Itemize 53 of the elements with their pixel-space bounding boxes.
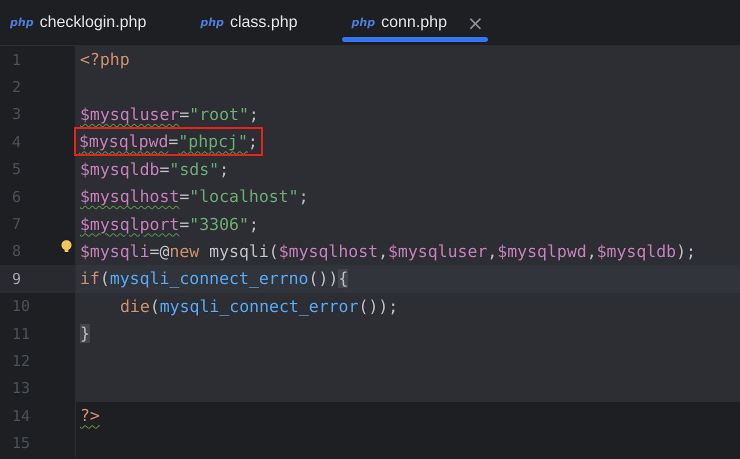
code-token: ; [219,160,230,179]
code-token: ( [150,296,160,316]
code-token: ; [298,187,308,206]
code-token: ( [100,269,110,288]
code-token: ()) [308,269,338,288]
code-token: $mysqli [80,242,150,261]
code-token: , [487,242,498,261]
code-token: = [179,104,190,124]
code-token: $mysqlhost [278,242,378,261]
code-token: ); [676,242,696,261]
code-token: ()); [358,296,398,316]
close-icon[interactable]: × [466,10,484,34]
code-token: = [179,187,190,206]
code-token: $mysqlhost [80,187,180,206]
code-token: new [169,242,200,261]
code-token: $mysqldb [80,160,160,179]
file-tab[interactable]: php class.php [190,0,308,45]
code-token: "3306" [189,214,249,234]
code-token: <?php [80,50,130,70]
code-token: $mysqluser [388,242,488,261]
code-token: $mysqldb [596,242,676,261]
code-token: = [179,214,190,234]
code-token: "root" [189,104,249,124]
code-token: if [80,269,100,288]
code-token: = [168,132,178,152]
code-token: ?> [80,406,100,426]
code-token: { [338,269,348,288]
code-token: } [80,324,90,344]
code-token: mysqli( [208,242,279,261]
php-file-icon: php [352,16,376,29]
code-token: ; [248,104,259,124]
code-token: "sds" [169,160,220,179]
code-token: $mysqlport [80,214,180,234]
code-token: , [378,242,388,261]
code-token: "phpcj" [178,132,248,152]
code-token: $mysqluser [80,104,180,124]
line-number: 9 [12,270,22,288]
code-token: $mysqlpwd [79,132,168,152]
php-file-icon: php [10,16,34,29]
code-token: $mysqlpwd [497,242,587,261]
code-token: ; [248,132,258,152]
file-tab[interactable]: php conn.php × [342,0,488,45]
code-token: "localhost" [189,187,299,206]
php-file-icon: php [200,16,224,29]
code-token: mysqli_connect_error [160,296,358,316]
code-token: , [586,242,597,261]
file-tab[interactable]: php checklogin.php [0,0,156,45]
code-token: = [159,160,170,179]
code-token: mysqli_connect_errno [110,269,308,288]
code-token: die [120,296,150,316]
lightbulb-icon[interactable] [61,240,72,253]
code-token: ; [248,214,259,234]
code-token: =@ [150,242,170,261]
